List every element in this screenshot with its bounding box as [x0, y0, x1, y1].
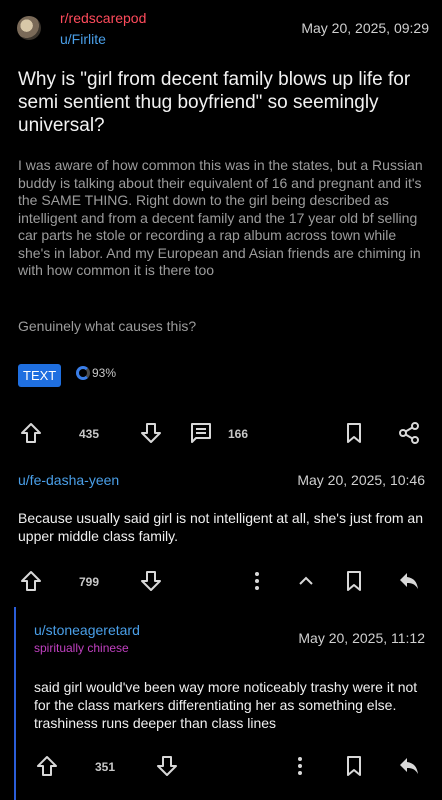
post-type-badge: TEXT	[18, 364, 62, 387]
comment-timestamp: May 20, 2025, 10:46	[297, 472, 425, 488]
comment-author-link[interactable]: u/fe-dasha-yeen	[18, 472, 119, 488]
upvote-ratio-value: 93%	[92, 366, 117, 380]
upvote-ratio: 93%	[76, 366, 116, 380]
post-title: Why is "girl from decent family blows up…	[18, 69, 411, 136]
share-icon[interactable]	[397, 421, 421, 445]
subreddit-avatar[interactable]	[17, 16, 41, 40]
comment-score: 351	[95, 760, 116, 774]
comment-timestamp: May 20, 2025, 11:12	[298, 630, 425, 646]
post-score: 435	[79, 427, 100, 441]
user-flair: spiritually chinese	[34, 641, 129, 655]
upvote-ratio-icon	[76, 366, 90, 380]
save-bookmark-icon[interactable]	[342, 754, 366, 778]
post-body-paragraph: I was aware of how common this was in th…	[18, 157, 423, 278]
downvote-icon[interactable]	[139, 421, 163, 445]
upvote-icon[interactable]	[35, 754, 59, 778]
downvote-icon[interactable]	[139, 569, 163, 593]
more-options-icon[interactable]	[245, 569, 269, 593]
comment-body: Because usually said girl is not intelli…	[18, 510, 423, 544]
comment-score: 799	[79, 575, 100, 589]
more-options-icon[interactable]	[288, 754, 312, 778]
post-body-paragraph: Genuinely what causes this?	[18, 318, 197, 334]
save-bookmark-icon[interactable]	[342, 421, 366, 445]
post-timestamp: May 20, 2025, 09:29	[301, 20, 429, 36]
upvote-icon[interactable]	[19, 569, 43, 593]
thread-indent-line	[14, 607, 16, 800]
comments-icon[interactable]	[189, 421, 213, 445]
comment-body: said girl would've been way more noticea…	[34, 679, 418, 731]
post-author-link[interactable]: u/Firlite	[60, 31, 106, 47]
downvote-icon[interactable]	[155, 754, 179, 778]
comment-author-link[interactable]: u/stoneageretard	[34, 622, 140, 638]
reply-icon[interactable]	[397, 569, 421, 593]
reply-icon[interactable]	[397, 754, 421, 778]
save-bookmark-icon[interactable]	[342, 569, 366, 593]
comment-count: 166	[228, 427, 249, 441]
collapse-chevron-up-icon[interactable]	[294, 569, 318, 593]
upvote-icon[interactable]	[19, 421, 43, 445]
subreddit-link[interactable]: r/redscarepod	[60, 10, 146, 26]
